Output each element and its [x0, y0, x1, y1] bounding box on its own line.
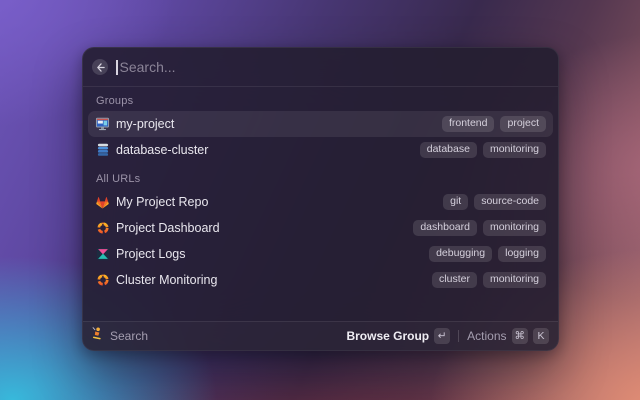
list-item[interactable]: Project Dashboard dashboard monitoring	[88, 215, 553, 241]
gitlab-icon	[95, 195, 110, 210]
tag: monitoring	[482, 141, 546, 159]
list-item-title: Project Logs	[116, 247, 186, 261]
list-item[interactable]: My Project Repo git source-code	[88, 189, 553, 215]
tag: git	[443, 193, 469, 211]
tag: cluster	[432, 271, 477, 289]
mascot-icon	[91, 326, 103, 346]
section-header: Groups	[96, 95, 134, 107]
browse-group-action[interactable]: Browse Group ↵	[346, 328, 451, 344]
section-header: All URLs	[96, 173, 141, 185]
browse-group-label: Browse Group	[346, 329, 430, 343]
list-item[interactable]: database-cluster database monitoring	[88, 137, 553, 163]
tag: logging	[498, 245, 546, 263]
list-item-tags: cluster monitoring	[432, 271, 546, 289]
list-item-tags: database monitoring	[419, 141, 546, 159]
result-section: Groups my-project frontend project databa…	[88, 94, 553, 163]
kibana-icon	[95, 247, 110, 262]
search-input[interactable]	[119, 59, 546, 75]
list-item[interactable]: Project Logs debugging logging	[88, 241, 553, 267]
tag: monitoring	[482, 219, 546, 237]
list-item-tags: dashboard monitoring	[413, 219, 546, 237]
list-item-tags: git source-code	[443, 193, 546, 211]
launcher-window: Groups my-project frontend project databa…	[82, 47, 559, 351]
return-key-badge: ↵	[434, 328, 451, 344]
list-item[interactable]: my-project frontend project	[88, 111, 553, 137]
desktop-computer-icon	[95, 117, 110, 132]
list-item[interactable]: Cluster Monitoring cluster monitoring	[88, 267, 553, 293]
actions-menu-action[interactable]: Actions ⌘ K	[467, 328, 549, 344]
tag: debugging	[429, 245, 493, 263]
list-item-title: Cluster Monitoring	[116, 273, 218, 287]
results-list: Groups my-project frontend project databa…	[83, 87, 558, 293]
list-item-title: My Project Repo	[116, 195, 209, 209]
actions-label: Actions	[467, 329, 507, 343]
list-item-title: Project Dashboard	[116, 221, 220, 235]
text-cursor	[116, 59, 118, 75]
footer-search-label: Search	[110, 329, 149, 343]
k-key-badge: K	[533, 328, 549, 344]
footer-bar: Search Browse Group ↵ Actions ⌘ K	[83, 321, 558, 350]
search-bar	[83, 48, 558, 87]
tag: project	[500, 115, 546, 133]
grafana-icon	[95, 221, 110, 236]
tag: source-code	[474, 193, 546, 211]
tag: database	[419, 141, 477, 159]
desktop-background: { "search": { "placeholder": "Search..."…	[0, 0, 640, 400]
tag: frontend	[441, 115, 495, 133]
command-key-badge: ⌘	[511, 328, 528, 344]
grafana-icon	[95, 273, 110, 288]
list-item-tags: frontend project	[441, 115, 546, 133]
tag: monitoring	[482, 271, 546, 289]
back-button[interactable]	[92, 59, 108, 75]
list-item-title: database-cluster	[116, 143, 209, 157]
tag: dashboard	[413, 219, 477, 237]
arrow-left-icon	[96, 62, 105, 72]
list-item-tags: debugging logging	[429, 245, 546, 263]
footer-divider	[458, 330, 460, 342]
list-item-title: my-project	[116, 117, 175, 131]
result-section: All URLs My Project Repo git source-code …	[88, 172, 553, 293]
database-icon	[95, 143, 110, 158]
